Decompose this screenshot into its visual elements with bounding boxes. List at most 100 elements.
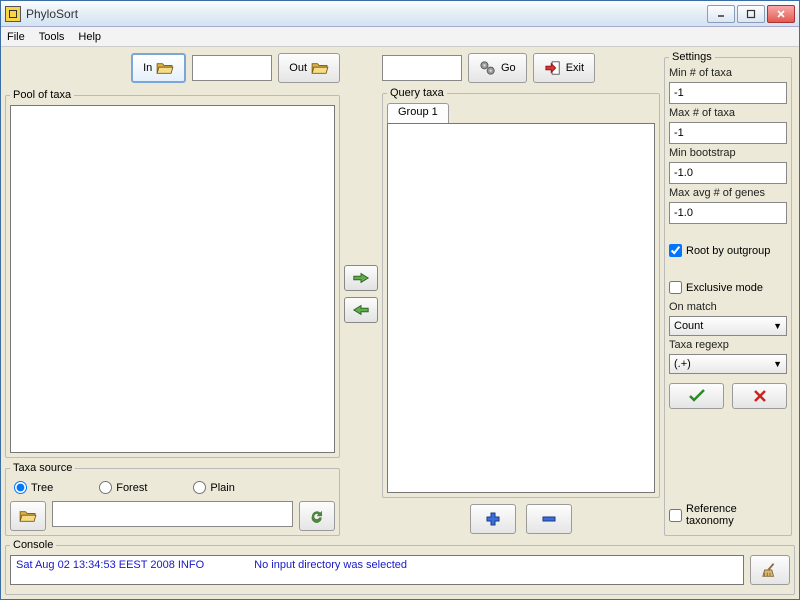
broom-icon xyxy=(761,561,779,579)
go-label: Go xyxy=(501,62,516,74)
max-genes-label: Max avg # of genes xyxy=(669,187,787,199)
menu-help[interactable]: Help xyxy=(78,31,101,43)
in-button[interactable]: In xyxy=(131,53,186,83)
settings-apply-row xyxy=(669,383,787,409)
reference-tax-check[interactable]: Reference taxonomy xyxy=(669,503,787,527)
taxa-source-bottom xyxy=(10,501,335,531)
exit-label: Exit xyxy=(566,62,584,74)
taxa-source-browse-button[interactable] xyxy=(10,501,46,531)
reject-button[interactable] xyxy=(732,383,787,409)
query-fieldset: Query taxa Group 1 xyxy=(382,87,660,498)
max-taxa-input[interactable] xyxy=(669,122,787,144)
in-label: In xyxy=(143,62,152,74)
root-outgroup-label: Root by outgroup xyxy=(686,245,770,257)
radio-forest[interactable]: Forest xyxy=(99,481,147,494)
console-legend: Console xyxy=(10,539,56,551)
radio-forest-input[interactable] xyxy=(99,481,112,494)
chevron-down-icon: ▼ xyxy=(773,321,782,331)
radio-tree[interactable]: Tree xyxy=(14,481,53,494)
go-button[interactable]: Go xyxy=(468,53,527,83)
chevron-down-icon: ▼ xyxy=(773,359,782,369)
add-to-query-button[interactable] xyxy=(344,265,378,291)
menu-tools[interactable]: Tools xyxy=(39,31,65,43)
minus-icon xyxy=(541,511,557,527)
min-taxa-label: Min # of taxa xyxy=(669,67,787,79)
action-toolbar: Go Exit xyxy=(382,51,660,87)
folder-open-icon xyxy=(311,61,329,75)
radio-plain[interactable]: Plain xyxy=(193,481,234,494)
accept-button[interactable] xyxy=(669,383,724,409)
root-outgroup-check[interactable]: Root by outgroup xyxy=(669,244,787,257)
add-group-button[interactable] xyxy=(470,504,516,534)
tab-group-1[interactable]: Group 1 xyxy=(387,103,449,123)
radio-plain-label: Plain xyxy=(210,482,234,494)
minimize-button[interactable] xyxy=(707,5,735,23)
radio-forest-label: Forest xyxy=(116,482,147,494)
query-legend: Query taxa xyxy=(387,87,447,99)
settings-legend: Settings xyxy=(669,51,715,63)
pool-listbox[interactable] xyxy=(10,105,335,453)
maximize-button[interactable] xyxy=(737,5,765,23)
exit-icon xyxy=(544,60,562,76)
exclusive-check[interactable]: Exclusive mode xyxy=(669,281,787,294)
taxa-regexp-value: (.+) xyxy=(674,358,691,370)
left-column: In Out Pool of taxa Taxa source xyxy=(5,51,340,536)
pool-legend: Pool of taxa xyxy=(10,89,74,101)
on-match-combo[interactable]: Count ▼ xyxy=(669,316,787,336)
x-icon xyxy=(753,389,767,403)
check-icon xyxy=(688,389,706,403)
taxa-regexp-label: Taxa regexp xyxy=(669,339,787,351)
taxa-source-radios: Tree Forest Plain xyxy=(10,478,335,497)
query-tabs: Group 1 xyxy=(387,103,655,123)
console-timestamp: Sat Aug 02 13:34:53 EEST 2008 INFO xyxy=(16,559,204,581)
menu-file[interactable]: File xyxy=(7,31,25,43)
taxa-source-fieldset: Taxa source Tree Forest Plain xyxy=(5,462,340,536)
exit-button[interactable]: Exit xyxy=(533,53,595,83)
min-taxa-input[interactable] xyxy=(669,82,787,104)
radio-tree-input[interactable] xyxy=(14,481,27,494)
remove-from-query-button[interactable] xyxy=(344,297,378,323)
console-output[interactable]: Sat Aug 02 13:34:53 EEST 2008 INFO No in… xyxy=(10,555,744,585)
out-label: Out xyxy=(289,62,307,74)
root-outgroup-input[interactable] xyxy=(669,244,682,257)
plus-icon xyxy=(485,511,501,527)
titlebar: PhyloSort xyxy=(1,1,799,27)
query-listbox[interactable] xyxy=(387,123,655,493)
on-match-label: On match xyxy=(669,301,787,313)
radio-plain-input[interactable] xyxy=(193,481,206,494)
transfer-column xyxy=(344,51,378,536)
body: In Out Pool of taxa Taxa source xyxy=(1,47,799,599)
arrow-left-icon xyxy=(352,303,370,317)
pool-fieldset: Pool of taxa xyxy=(5,89,340,458)
reference-tax-input[interactable] xyxy=(669,509,682,522)
max-genes-input[interactable] xyxy=(669,202,787,224)
remove-group-button[interactable] xyxy=(526,504,572,534)
out-path-field[interactable] xyxy=(382,55,462,81)
clear-console-button[interactable] xyxy=(750,555,790,585)
taxa-source-path-field[interactable] xyxy=(52,501,293,527)
out-button[interactable]: Out xyxy=(278,53,340,83)
min-bootstrap-input[interactable] xyxy=(669,162,787,184)
close-button[interactable] xyxy=(767,5,795,23)
taxa-regexp-combo[interactable]: (.+) ▼ xyxy=(669,354,787,374)
console-message: No input directory was selected xyxy=(254,559,407,581)
arrow-right-icon xyxy=(352,271,370,285)
window-controls xyxy=(707,5,795,23)
radio-tree-label: Tree xyxy=(31,482,53,494)
gears-icon xyxy=(479,60,497,76)
console-row: Sat Aug 02 13:34:53 EEST 2008 INFO No in… xyxy=(10,555,790,585)
reference-tax-label: Reference taxonomy xyxy=(686,503,787,527)
settings-fieldset: Settings Min # of taxa Max # of taxa Min… xyxy=(664,51,792,536)
upper-panel: In Out Pool of taxa Taxa source xyxy=(5,51,795,536)
center-column: Go Exit Query taxa Group 1 xyxy=(382,51,660,536)
refresh-button[interactable] xyxy=(299,501,335,531)
menubar: File Tools Help xyxy=(1,27,799,47)
taxa-source-legend: Taxa source xyxy=(10,462,75,474)
in-path-field[interactable] xyxy=(192,55,272,81)
min-bootstrap-label: Min bootstrap xyxy=(669,147,787,159)
app-window: PhyloSort File Tools Help In Out xyxy=(0,0,800,600)
right-column: Settings Min # of taxa Max # of taxa Min… xyxy=(664,51,792,536)
window-title: PhyloSort xyxy=(26,7,707,21)
exclusive-input[interactable] xyxy=(669,281,682,294)
refresh-icon xyxy=(308,508,326,524)
